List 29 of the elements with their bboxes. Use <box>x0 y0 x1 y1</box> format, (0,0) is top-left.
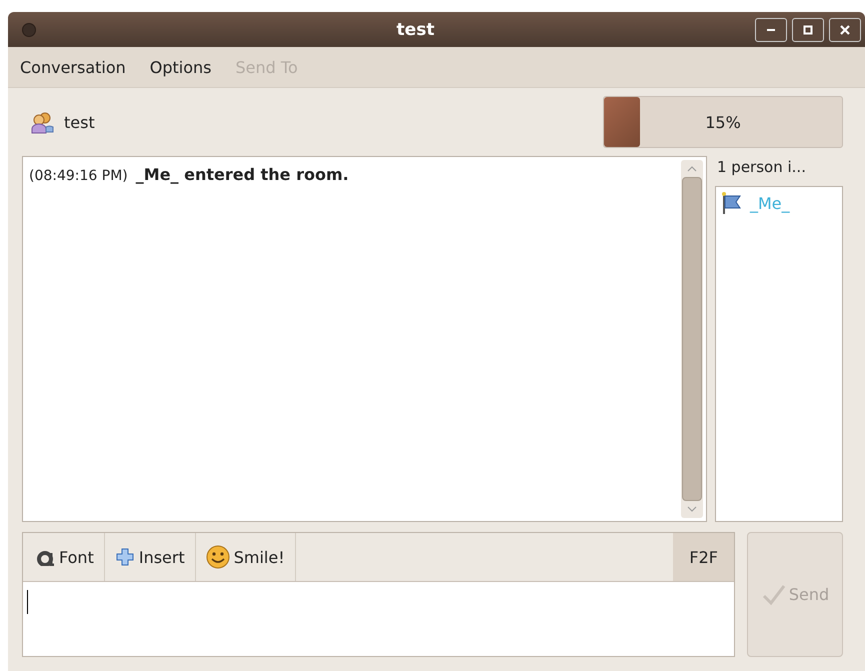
message-text: _Me_ entered the room. <box>136 165 349 184</box>
minimize-icon <box>767 28 775 30</box>
progress-reading: 15% <box>705 112 741 132</box>
minimize-button[interactable] <box>755 18 787 42</box>
people-icon <box>30 110 54 134</box>
plus-icon <box>114 547 135 567</box>
scroll-up-icon <box>687 165 697 173</box>
close-button[interactable] <box>829 18 861 42</box>
flag-icon <box>720 191 744 215</box>
message-time: (08:49:16 PM) <box>29 168 128 184</box>
close-icon <box>840 24 850 34</box>
maximize-button[interactable] <box>792 18 824 42</box>
conversation-name: test <box>64 112 95 132</box>
scroll-down-icon <box>687 505 697 513</box>
toolbar-button[interactable]: Font <box>23 533 105 581</box>
message-input[interactable] <box>23 582 734 656</box>
window-title: test <box>396 20 436 40</box>
scrollbar[interactable] <box>681 160 703 518</box>
user-count: 1 person i... <box>716 157 807 178</box>
toolbar-button[interactable]: Smile! <box>196 533 296 581</box>
window-menu-icon[interactable] <box>22 22 36 36</box>
toolbar-button[interactable]: Insert <box>104 533 196 581</box>
maximize-icon <box>803 24 813 34</box>
menu-item[interactable]: Conversation <box>18 54 128 80</box>
f2f-toggle[interactable]: F2F <box>673 533 734 581</box>
smiley-icon <box>206 545 230 569</box>
scrollbar-thumb[interactable] <box>682 177 702 501</box>
menu-item[interactable]: Options <box>148 54 214 80</box>
text-cursor <box>27 590 28 614</box>
